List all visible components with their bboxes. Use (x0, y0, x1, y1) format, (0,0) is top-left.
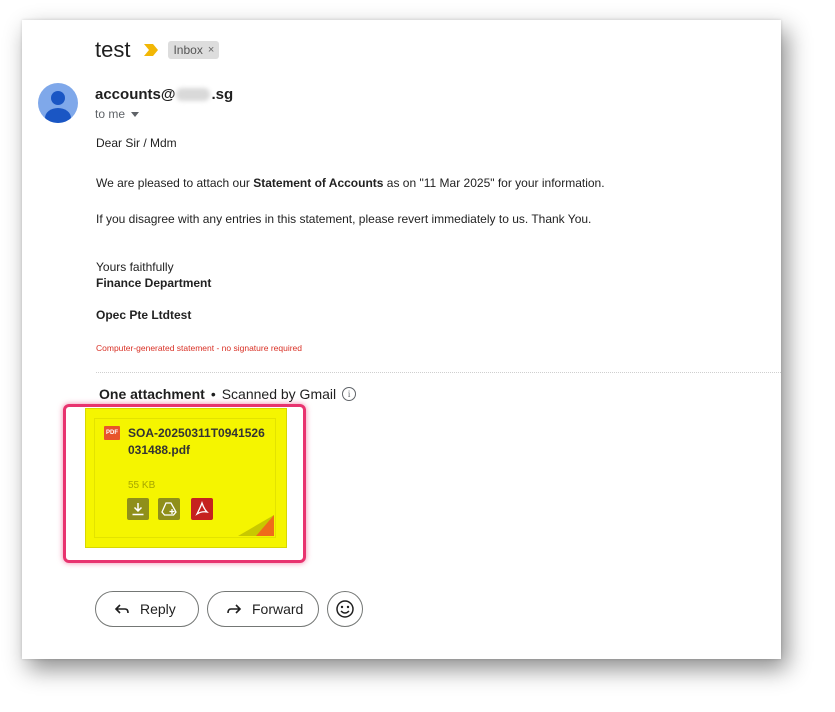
greeting: Dear Sir / Mdm (96, 136, 177, 150)
attachments-header: One attachment • Scanned by Gmail i (99, 386, 357, 402)
attachment-filename[interactable]: SOA-20250311T0941526031488.pdf (128, 425, 268, 459)
open-with-acrobat-button[interactable] (191, 498, 213, 520)
forward-button[interactable]: Forward (207, 591, 319, 627)
reply-label: Reply (140, 601, 176, 617)
reply-button[interactable]: Reply (95, 591, 199, 627)
person-icon (45, 91, 71, 123)
body-paragraph-2: If you disagree with any entries in this… (96, 212, 592, 226)
sender-avatar[interactable] (38, 83, 78, 123)
body-paragraph-1-end: as on "11 Mar 2025" for your information… (383, 176, 605, 190)
redacted-domain (176, 88, 211, 101)
add-to-drive-icon (161, 502, 177, 516)
attachments-divider (96, 372, 781, 373)
importance-marker-icon[interactable] (144, 44, 159, 56)
save-to-drive-button[interactable] (158, 498, 180, 520)
pdf-file-icon: PDF (104, 426, 120, 440)
info-icon[interactable]: i (342, 387, 357, 401)
chevron-down-icon (131, 111, 140, 117)
signature-department: Finance Department (96, 276, 212, 290)
body-paragraph-1-start: We are pleased to attach our (96, 176, 254, 190)
body-paragraph-1: We are pleased to attach our Statement o… (96, 176, 605, 190)
remove-label-icon[interactable]: × (208, 44, 214, 56)
download-attachment-button[interactable] (127, 498, 149, 520)
sender-address-prefix: accounts@ (95, 86, 176, 103)
download-icon (132, 503, 144, 516)
attachment-size: 55 KB (128, 480, 156, 491)
subject-row: test Inbox × (95, 37, 220, 62)
email-subject: test (95, 37, 131, 62)
page-fold-corner (238, 515, 274, 536)
acrobat-icon (195, 501, 209, 516)
computer-generated-note: Computer-generated statement - no signat… (96, 343, 303, 353)
forward-icon (227, 604, 242, 614)
recipient-details-toggle[interactable]: to me (95, 107, 140, 121)
inbox-label-chip[interactable]: Inbox × (168, 41, 220, 59)
closing: Yours faithfully (96, 260, 174, 274)
scanned-by-gmail: Scanned by Gmail (221, 386, 337, 402)
reply-icon (114, 604, 129, 614)
sender-address[interactable]: accounts@ .sg (95, 86, 233, 103)
body-paragraph-1-bold: Statement of Accounts (253, 176, 384, 190)
signature-company: Opec Pte Ltdtest (96, 308, 192, 322)
inbox-label-text: Inbox (173, 43, 203, 57)
forward-label: Forward (252, 601, 304, 617)
sender-address-suffix: .sg (211, 86, 234, 103)
emoji-reaction-button[interactable] (327, 591, 363, 627)
recipient-text: to me (95, 107, 126, 121)
attachments-separator: • (210, 386, 216, 402)
attachments-count: One attachment (99, 386, 205, 402)
smiley-icon (336, 600, 354, 618)
